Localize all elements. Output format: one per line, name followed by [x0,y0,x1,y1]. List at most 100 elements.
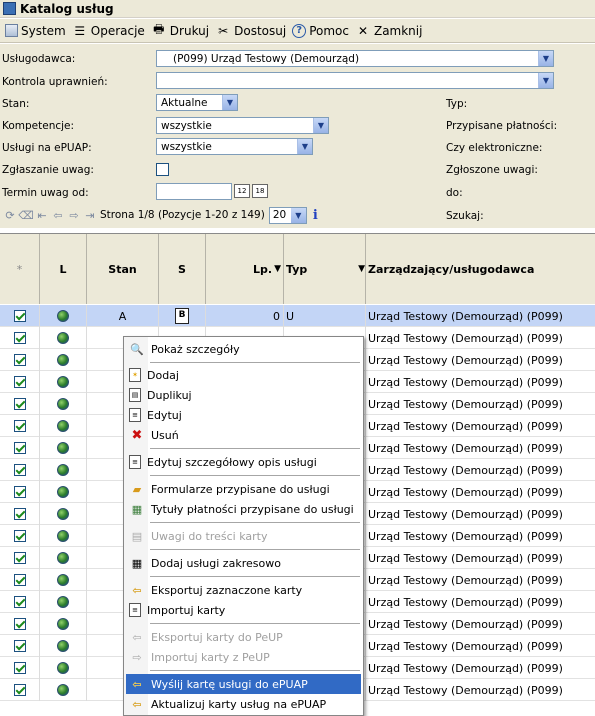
row-select-cell[interactable] [0,503,40,525]
menu-item-import[interactable]: ≡ Importuj karty [126,600,361,620]
calendar-icon[interactable]: 12 [234,184,250,198]
chevron-down-icon[interactable]: ▼ [538,51,553,66]
row-checkbox[interactable] [13,640,26,652]
header-s[interactable]: S [159,234,206,304]
row-select-cell[interactable] [0,327,40,349]
chevron-down-icon[interactable]: ▼ [538,73,553,88]
row-select-cell[interactable] [0,569,40,591]
operations-button[interactable]: ☰ Operacje [69,21,148,41]
row-select-cell[interactable] [0,613,40,635]
close-button[interactable]: ✕ Zamknij [352,21,426,41]
menu-item-export[interactable]: ⇦ Eksportuj zaznaczone karty [126,580,361,600]
row-checkbox[interactable] [13,332,26,344]
eraser-icon[interactable]: ⌫ [18,208,34,222]
menu-item-delete[interactable]: ✖ Usuń [126,425,361,445]
row-select-cell[interactable] [0,415,40,437]
row-checkbox[interactable] [13,530,26,542]
chevron-down-icon[interactable]: ▼ [222,95,237,110]
print-button[interactable]: 🖶 Drukuj [148,21,212,41]
row-checkbox[interactable] [13,486,26,498]
row-checkbox[interactable] [13,508,26,520]
menu-item-edit-description[interactable]: ≡ Edytuj szczegółowy opis usługi [126,452,361,472]
help-button[interactable]: ? Pomoc [289,21,352,41]
first-page-icon[interactable]: ⇤ [34,208,50,222]
system-button[interactable]: System [2,21,69,41]
row-checkbox[interactable] [13,354,26,366]
last-page-icon[interactable]: ⇥ [82,208,98,222]
row-select-cell[interactable] [0,657,40,679]
menu-item-label: Wyślij kartę usługi do ePUAP [151,677,308,691]
row-select-cell[interactable] [0,393,40,415]
menu-item-add-range[interactable]: ▦ Dodaj usługi zakresowo [126,553,361,573]
chevron-down-icon[interactable]: ▼ [290,207,306,223]
page-size-select[interactable]: 20 ▼ [268,206,307,224]
row-select-cell[interactable] [0,459,40,481]
menu-separator [150,448,360,449]
row-checkbox[interactable] [13,552,26,564]
row-select-cell[interactable] [0,525,40,547]
calendar-icon[interactable]: 18 [252,184,268,198]
row-checkbox[interactable] [13,398,26,410]
row-checkbox[interactable] [13,596,26,608]
header-typ[interactable]: Typ ▼ [284,234,366,304]
menu-item-edit[interactable]: ≡ Edytuj [126,405,361,425]
kompetencje-select[interactable]: wszystkie ▼ [156,117,329,134]
header-select[interactable]: * [0,234,40,304]
row-select-cell[interactable] [0,547,40,569]
row-select-cell[interactable] [0,437,40,459]
kontrola-select[interactable]: ▼ [156,72,554,89]
menu-item-duplicate[interactable]: ▤ Duplikuj [126,385,361,405]
globe-icon [57,552,69,564]
row-checkbox[interactable] [13,420,26,432]
row-checkbox[interactable] [13,684,26,696]
epuap-select[interactable]: wszystkie ▼ [156,138,313,155]
export-peup-icon: ⇦ [132,630,142,644]
row-select-cell[interactable] [0,635,40,657]
row-select-cell[interactable] [0,481,40,503]
menu-item-label: Dodaj [147,368,179,382]
menu-item-label: Aktualizuj karty usług na ePUAP [151,697,327,711]
uslugodawca-select[interactable]: (P099) Urząd Testowy (Demourząd) ▼ [156,50,554,67]
chevron-down-icon[interactable]: ▼ [313,118,328,133]
menu-item-send-epuap[interactable]: ⇦ Wyślij kartę usługi do ePUAP [126,674,361,694]
szukaj-label: Szukaj: [446,210,484,222]
prev-page-icon[interactable]: ⇦ [50,208,66,222]
app-icon [3,2,16,15]
chevron-down-icon[interactable]: ▼ [297,139,312,154]
menu-item-update-epuap[interactable]: ⇦ Aktualizuj karty usług na ePUAP [126,694,361,714]
row-checkbox[interactable] [13,442,26,454]
row-select-cell[interactable] [0,305,40,327]
kontrola-label: Kontrola uprawnień: [2,76,108,88]
row-select-cell[interactable] [0,349,40,371]
menu-item-add[interactable]: ✶ Dodaj [126,365,361,385]
row-select-cell[interactable] [0,371,40,393]
next-page-icon[interactable]: ⇨ [66,208,82,222]
row-checkbox[interactable] [13,376,26,388]
row-checkbox[interactable] [13,574,26,586]
row-checkbox[interactable] [13,618,26,630]
row-checkbox[interactable] [13,662,26,674]
row-provider-cell: Urząd Testowy (Demourząd) (P099) [368,485,563,499]
customize-button[interactable]: ✂ Dostosuj [212,21,289,41]
header-lp[interactable]: Lp. ▼ [206,234,284,304]
zglaszanie-checkbox[interactable] [156,163,169,176]
row-checkbox[interactable] [13,464,26,476]
menu-item-show-details[interactable]: 🔍 Pokaż szczegóły [126,339,361,359]
table-row[interactable]: A B 0 U Urząd Testowy (Demourząd) (P099) [0,305,595,327]
info-icon[interactable]: i [313,208,318,223]
row-select-cell[interactable] [0,679,40,701]
import-icon: ≡ [129,603,141,617]
refresh-icon[interactable]: ⟳ [2,208,18,222]
header-l[interactable]: L [40,234,87,304]
menu-item-payments[interactable]: ▦ Tytuły płatności przypisane do usługi [126,499,361,519]
header-zarzadzajacy[interactable]: Zarządzający/usługodawca [366,234,595,304]
menu-item-forms[interactable]: ▰ Formularze przypisane do usługi [126,479,361,499]
header-stan[interactable]: Stan [87,234,159,304]
stan-select[interactable]: Aktualne ▼ [156,94,238,111]
row-checkbox[interactable] [13,310,26,322]
termin-date-input[interactable] [156,183,232,200]
row-select-cell[interactable] [0,591,40,613]
row-provider-cell: Urząd Testowy (Demourząd) (P099) [368,529,563,543]
row-l-cell [40,591,87,613]
system-icon [5,24,18,37]
